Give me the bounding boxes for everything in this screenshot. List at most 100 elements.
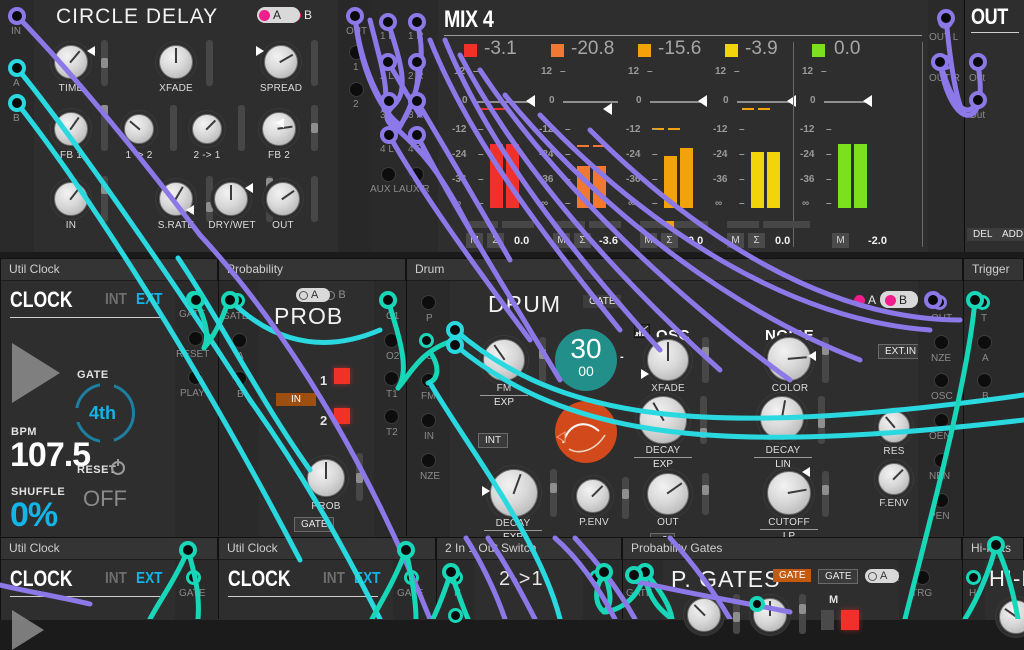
knob-fenv[interactable] <box>878 463 910 495</box>
slider-decay-osc[interactable] <box>700 396 707 444</box>
knob-decay-osc[interactable] <box>639 396 687 444</box>
knob-spread[interactable] <box>264 45 298 79</box>
jack-out-a[interactable] <box>971 55 986 70</box>
pan-track[interactable] <box>476 101 531 103</box>
int-button[interactable]: INT <box>478 433 508 448</box>
gate-mode-button[interactable]: GATE <box>294 517 334 532</box>
knob-out[interactable] <box>266 182 300 216</box>
jack-out[interactable] <box>347 8 362 23</box>
add-button[interactable]: ADD <box>996 228 1024 241</box>
jack-b[interactable] <box>232 371 247 386</box>
jack-out-l[interactable] <box>938 14 953 29</box>
gate-tag-orange[interactable]: GATE <box>773 569 811 582</box>
jack-t2[interactable] <box>384 409 399 424</box>
knob-xfade[interactable] <box>647 339 689 381</box>
mute-button[interactable]: M <box>640 233 657 248</box>
slider-2to1[interactable] <box>238 105 245 151</box>
sum-button[interactable]: Σ <box>487 233 504 248</box>
knob-time[interactable] <box>54 45 88 79</box>
slider-cutoff[interactable] <box>822 471 829 517</box>
led-m-red[interactable] <box>841 610 859 630</box>
jack-nze-out[interactable] <box>934 335 949 350</box>
clock-mode-ext[interactable]: EXT <box>136 291 162 309</box>
slider-prob[interactable] <box>356 453 363 501</box>
knob-cutoff[interactable] <box>767 471 811 515</box>
channel-fader[interactable] <box>640 221 708 228</box>
jack-gate[interactable] <box>404 570 419 585</box>
jack-pen[interactable] <box>934 493 949 508</box>
knob-xfade[interactable] <box>159 45 193 79</box>
jack-p[interactable] <box>421 295 436 310</box>
slider-out[interactable] <box>702 473 709 515</box>
knob-res[interactable] <box>878 411 910 443</box>
slider-out[interactable] <box>311 176 318 222</box>
ab-selector-circle-delay[interactable]: A B <box>259 8 312 22</box>
slider-decay-noise[interactable] <box>818 396 825 444</box>
jack-3l[interactable] <box>380 93 395 108</box>
shuffle-value[interactable]: 0% <box>10 496 57 535</box>
slider-in[interactable] <box>101 176 108 222</box>
reset-state[interactable]: OFF <box>83 486 127 512</box>
jack-in[interactable] <box>421 413 436 428</box>
channel-fader[interactable] <box>466 221 498 228</box>
jack-nze[interactable] <box>421 453 436 468</box>
jack-t1[interactable] <box>384 371 399 386</box>
clock-mode-int[interactable]: INT <box>323 570 345 588</box>
slider-1to2[interactable] <box>170 105 177 151</box>
slider-time[interactable] <box>101 40 108 86</box>
knob-2to1[interactable] <box>192 114 222 144</box>
jack-a[interactable] <box>9 60 24 75</box>
jack-gate[interactable] <box>186 291 201 306</box>
channel-fader-2[interactable] <box>502 221 534 228</box>
clock-mode-ext[interactable]: EXT <box>136 570 162 588</box>
channel-fader-2[interactable] <box>589 221 621 228</box>
jack-gate[interactable] <box>634 570 649 585</box>
pan-handle[interactable] <box>603 103 612 115</box>
jack-g[interactable] <box>419 333 434 348</box>
pan-track[interactable] <box>824 101 867 103</box>
in-tag-button[interactable]: IN <box>276 393 316 406</box>
sum-button[interactable]: Σ <box>661 233 678 248</box>
jack-out-1[interactable] <box>349 45 364 60</box>
led-m-dark[interactable] <box>821 610 834 630</box>
gate-tag-outline[interactable]: GATE <box>818 569 858 584</box>
knob-out[interactable] <box>647 473 689 515</box>
slider-spread[interactable] <box>311 40 318 86</box>
slider-decay-pitch[interactable] <box>550 469 557 517</box>
jack-2r[interactable] <box>408 54 423 69</box>
jack-aux-r[interactable] <box>409 167 424 182</box>
jack-t[interactable] <box>975 295 990 310</box>
knob-hihat[interactable] <box>999 600 1024 634</box>
led-2[interactable] <box>334 408 350 424</box>
jack-out[interactable] <box>932 295 947 310</box>
gate-tag-button[interactable]: GATE <box>583 295 621 308</box>
knob-drywet[interactable] <box>214 182 248 216</box>
knob-fb1[interactable] <box>54 112 88 146</box>
sum-fader[interactable] <box>788 221 810 228</box>
jack-a[interactable] <box>232 333 247 348</box>
pan-track[interactable] <box>737 101 792 103</box>
knob-decay-pitch[interactable] <box>490 469 538 517</box>
jack-out-b[interactable] <box>971 92 986 107</box>
jack-o[interactable] <box>589 570 604 585</box>
channel-fader[interactable] <box>727 221 759 228</box>
jack-oen[interactable] <box>934 413 949 428</box>
pan-handle[interactable] <box>526 95 535 107</box>
clock-mode-ext[interactable]: EXT <box>354 570 380 588</box>
jack-o1[interactable] <box>382 293 397 308</box>
knob-pgate-2[interactable] <box>753 598 787 632</box>
led-1[interactable] <box>334 368 350 384</box>
slider-pgate-1[interactable] <box>733 594 740 634</box>
knob-1to2[interactable] <box>124 114 154 144</box>
jack-1l[interactable] <box>380 14 395 29</box>
jack-gate[interactable] <box>230 293 245 308</box>
slider-xfade[interactable] <box>206 40 213 86</box>
jack-play[interactable] <box>188 370 203 385</box>
mute-button[interactable]: M <box>727 233 744 248</box>
jack-i2[interactable] <box>448 608 463 623</box>
play-icon[interactable] <box>12 610 44 650</box>
knob-fm[interactable] <box>483 339 525 381</box>
wave-shape-display[interactable] <box>555 401 617 463</box>
jack-b[interactable] <box>977 373 992 388</box>
jack-out-2[interactable] <box>349 82 364 97</box>
